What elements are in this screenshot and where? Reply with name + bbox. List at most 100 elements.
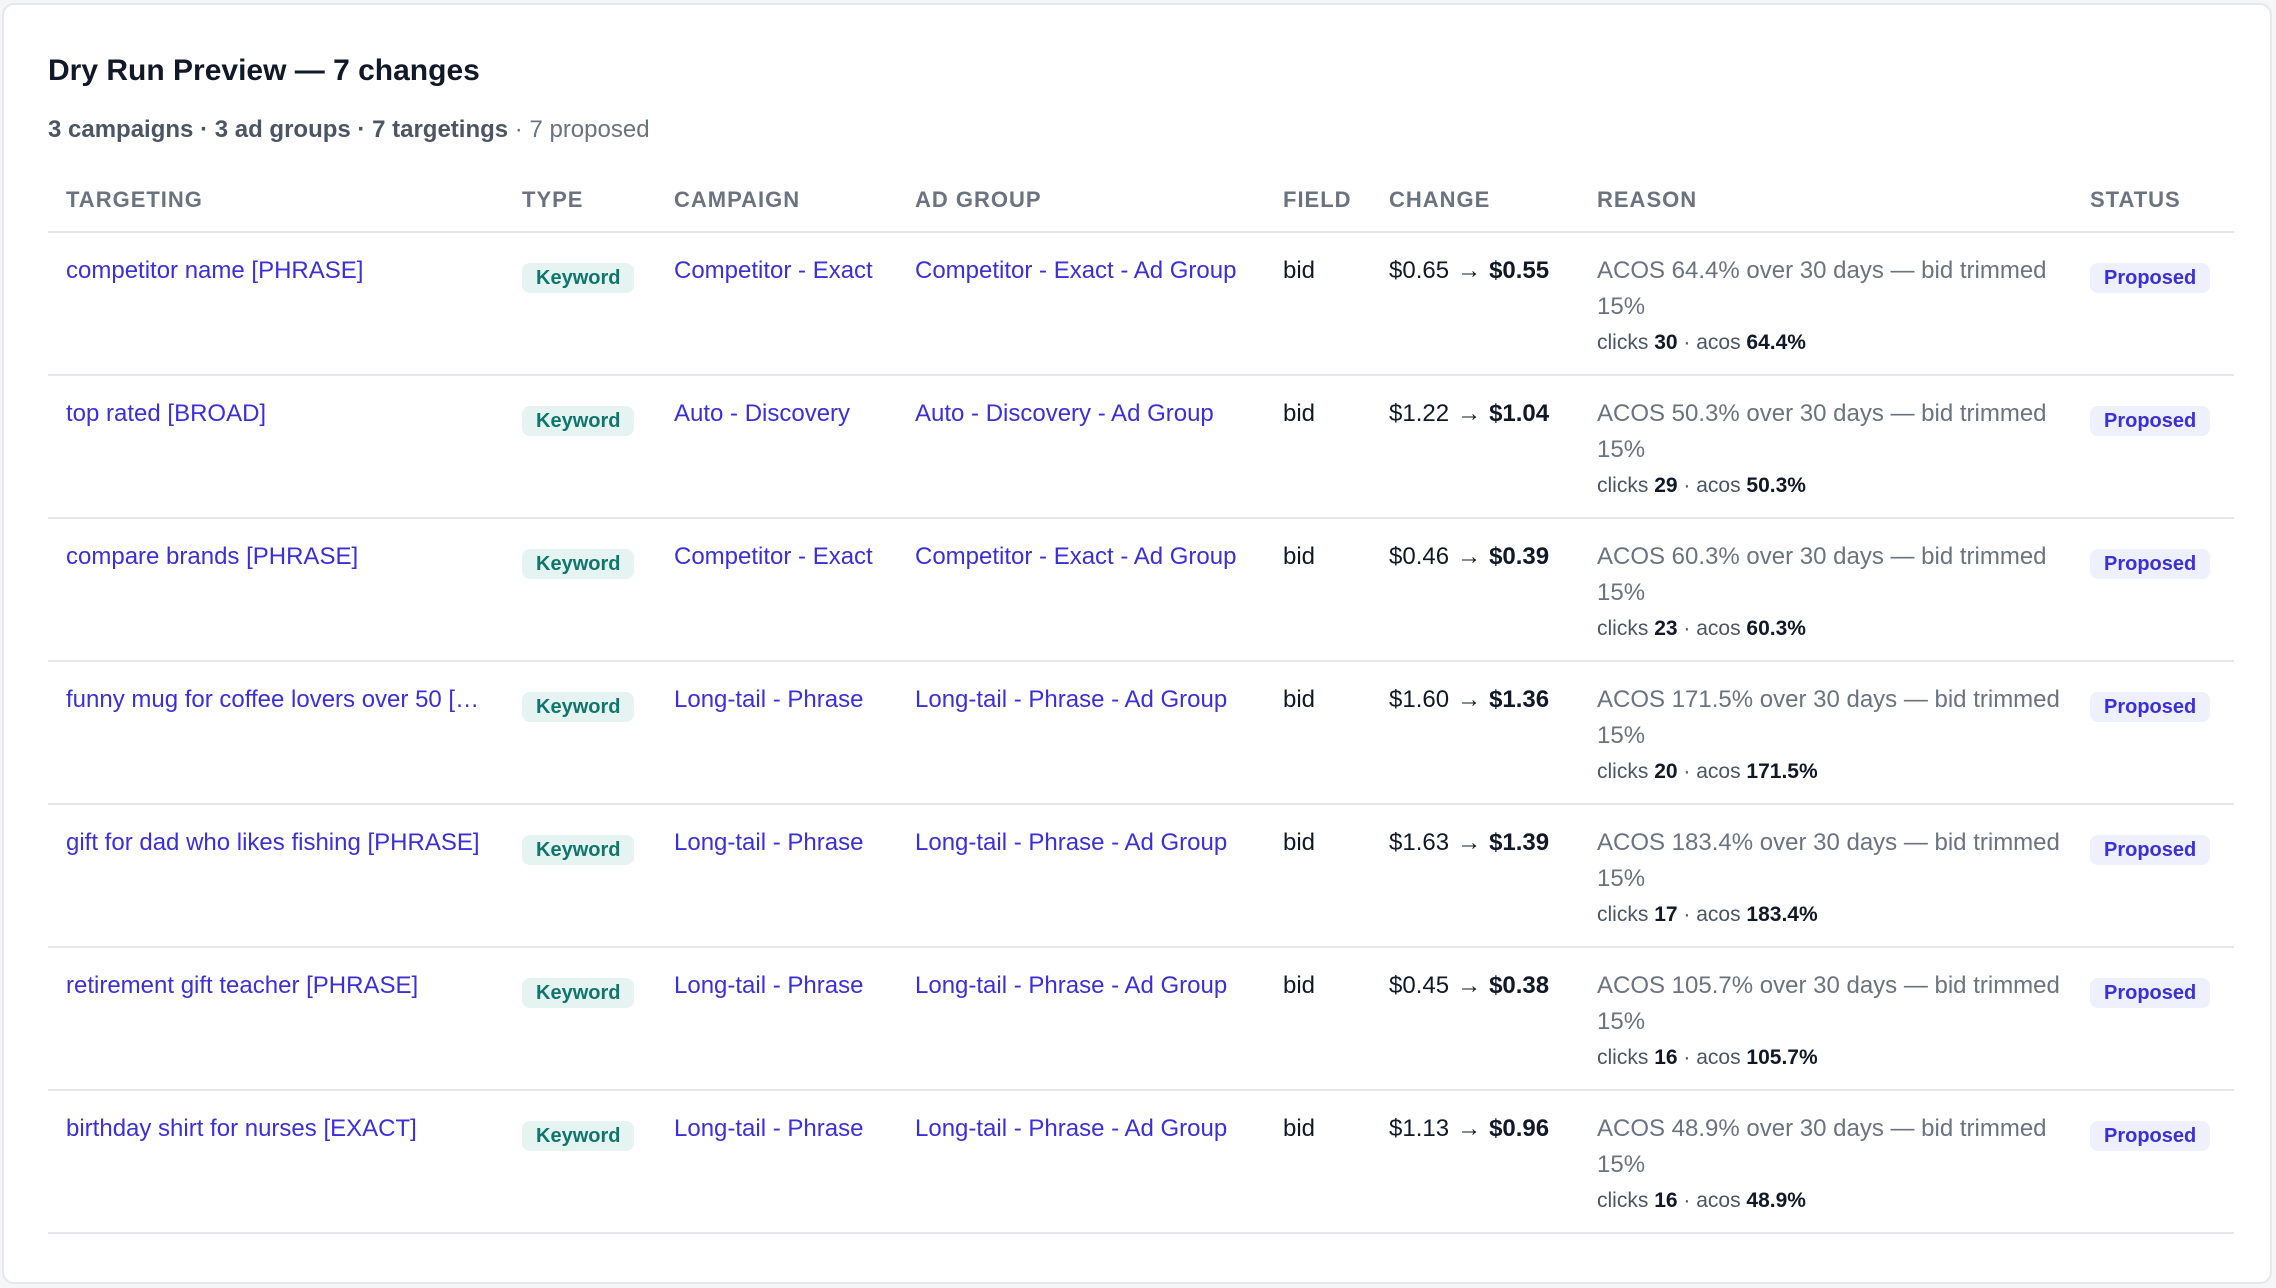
targeting-link[interactable]: top rated [BROAD] bbox=[66, 396, 490, 432]
field-value: bid bbox=[1283, 1115, 1316, 1142]
metrics-separator: · bbox=[1677, 903, 1697, 926]
summary-separator: · bbox=[508, 116, 530, 143]
change-cell: $0.46 → $0.39 bbox=[1389, 539, 1549, 575]
summary-ad-groups: 3 ad groups bbox=[214, 116, 351, 143]
reason-metrics: clicks 16 · acos 105.7% bbox=[1597, 1042, 2073, 1074]
targeting-link[interactable]: birthday shirt for nurses [EXACT] bbox=[66, 1111, 490, 1147]
column-header-status[interactable]: STATUS bbox=[2090, 187, 2181, 213]
reason-text: ACOS 171.5% over 30 days — bid trimmed 1… bbox=[1597, 686, 2060, 749]
column-header-reason[interactable]: REASON bbox=[1597, 187, 1697, 213]
keyword-badge: Keyword bbox=[522, 835, 635, 865]
ad-group-link[interactable]: Long-tail - Phrase - Ad Group bbox=[915, 682, 1227, 718]
status-cell: Proposed bbox=[2090, 545, 2211, 581]
change-cell: $1.63 → $1.39 bbox=[1389, 825, 1549, 861]
status-cell: Proposed bbox=[2090, 259, 2211, 295]
table-row: retirement gift teacher [PHRASE] Keyword… bbox=[48, 948, 2234, 1091]
metrics-separator: · bbox=[1677, 1189, 1697, 1212]
targeting-link[interactable]: compare brands [PHRASE] bbox=[66, 539, 490, 575]
column-header-ad-group[interactable]: AD GROUP bbox=[915, 187, 1042, 213]
old-value: $1.22 bbox=[1389, 400, 1450, 427]
field-value: bid bbox=[1283, 400, 1316, 427]
clicks-label: clicks bbox=[1597, 760, 1649, 783]
targeting-link[interactable]: funny mug for coffee lovers over 50 [PHR… bbox=[66, 682, 490, 718]
field-value: bid bbox=[1283, 257, 1316, 284]
acos-label: acos bbox=[1696, 474, 1741, 497]
new-value: $0.38 bbox=[1489, 972, 1550, 999]
reason-cell: ACOS 50.3% over 30 days — bid trimmed 15… bbox=[1597, 396, 2073, 502]
new-value: $1.36 bbox=[1489, 686, 1550, 713]
status-cell: Proposed bbox=[2090, 688, 2211, 724]
campaign-link[interactable]: Long-tail - Phrase bbox=[674, 682, 863, 718]
reason-metrics: clicks 29 · acos 50.3% bbox=[1597, 470, 2073, 502]
table-row: competitor name [PHRASE] Keyword Competi… bbox=[48, 233, 2234, 376]
column-header-change[interactable]: CHANGE bbox=[1389, 187, 1490, 213]
keyword-badge: Keyword bbox=[522, 978, 635, 1008]
campaign-link[interactable]: Auto - Discovery bbox=[674, 396, 850, 432]
targeting-link[interactable]: gift for dad who likes fishing [PHRASE] bbox=[66, 825, 490, 861]
ad-group-link[interactable]: Competitor - Exact - Ad Group bbox=[915, 253, 1236, 289]
acos-label: acos bbox=[1696, 1189, 1741, 1212]
acos-value: 183.4% bbox=[1746, 903, 1818, 926]
type-cell: Keyword bbox=[522, 1117, 635, 1153]
acos-value: 171.5% bbox=[1746, 760, 1818, 783]
ad-group-link[interactable]: Long-tail - Phrase - Ad Group bbox=[915, 825, 1227, 861]
clicks-value: 23 bbox=[1654, 617, 1678, 640]
campaign-link[interactable]: Competitor - Exact bbox=[674, 539, 873, 575]
clicks-value: 20 bbox=[1654, 760, 1678, 783]
acos-value: 50.3% bbox=[1746, 474, 1806, 497]
reason-metrics: clicks 23 · acos 60.3% bbox=[1597, 613, 2073, 645]
page-title: Dry Run Preview — 7 changes bbox=[48, 54, 480, 87]
status-badge: Proposed bbox=[2090, 263, 2211, 293]
status-cell: Proposed bbox=[2090, 402, 2211, 438]
old-value: $0.45 bbox=[1389, 972, 1450, 999]
acos-value: 60.3% bbox=[1746, 617, 1806, 640]
change-cell: $1.60 → $1.36 bbox=[1389, 682, 1549, 718]
clicks-value: 16 bbox=[1654, 1046, 1678, 1069]
field-value: bid bbox=[1283, 972, 1316, 999]
metrics-separator: · bbox=[1677, 617, 1697, 640]
table-row: birthday shirt for nurses [EXACT] Keywor… bbox=[48, 1091, 2234, 1234]
column-header-campaign[interactable]: CAMPAIGN bbox=[674, 187, 800, 213]
metrics-separator: · bbox=[1677, 331, 1697, 354]
new-value: $0.55 bbox=[1489, 257, 1550, 284]
column-header-targeting[interactable]: TARGETING bbox=[66, 187, 203, 213]
summary-proposed: 7 proposed bbox=[529, 116, 650, 143]
campaign-link[interactable]: Long-tail - Phrase bbox=[674, 1111, 863, 1147]
acos-label: acos bbox=[1696, 617, 1741, 640]
old-value: $1.60 bbox=[1389, 686, 1450, 713]
acos-value: 105.7% bbox=[1746, 1046, 1818, 1069]
column-header-type[interactable]: TYPE bbox=[522, 187, 583, 213]
summary-targetings: 7 targetings bbox=[372, 116, 509, 143]
reason-cell: ACOS 48.9% over 30 days — bid trimmed 15… bbox=[1597, 1111, 2073, 1217]
type-cell: Keyword bbox=[522, 688, 635, 724]
keyword-badge: Keyword bbox=[522, 692, 635, 722]
summary-separator: · bbox=[350, 116, 373, 143]
clicks-value: 30 bbox=[1654, 331, 1678, 354]
targeting-link[interactable]: retirement gift teacher [PHRASE] bbox=[66, 968, 490, 1004]
status-badge: Proposed bbox=[2090, 549, 2211, 579]
campaign-link[interactable]: Long-tail - Phrase bbox=[674, 968, 863, 1004]
ad-group-link[interactable]: Competitor - Exact - Ad Group bbox=[915, 539, 1236, 575]
reason-metrics: clicks 20 · acos 171.5% bbox=[1597, 756, 2073, 788]
campaign-link[interactable]: Long-tail - Phrase bbox=[674, 825, 863, 861]
ad-group-link[interactable]: Long-tail - Phrase - Ad Group bbox=[915, 968, 1227, 1004]
acos-label: acos bbox=[1696, 903, 1741, 926]
campaign-link[interactable]: Competitor - Exact bbox=[674, 253, 873, 289]
reason-cell: ACOS 64.4% over 30 days — bid trimmed 15… bbox=[1597, 253, 2073, 359]
old-value: $1.63 bbox=[1389, 829, 1450, 856]
status-badge: Proposed bbox=[2090, 1121, 2211, 1151]
clicks-label: clicks bbox=[1597, 1046, 1649, 1069]
ad-group-link[interactable]: Long-tail - Phrase - Ad Group bbox=[915, 1111, 1227, 1147]
column-header-field[interactable]: FIELD bbox=[1283, 187, 1352, 213]
clicks-value: 17 bbox=[1654, 903, 1678, 926]
acos-label: acos bbox=[1696, 1046, 1741, 1069]
arrow-right-icon: → bbox=[1457, 972, 1482, 999]
reason-metrics: clicks 17 · acos 183.4% bbox=[1597, 899, 2073, 931]
clicks-value: 16 bbox=[1654, 1189, 1678, 1212]
targeting-link[interactable]: competitor name [PHRASE] bbox=[66, 253, 490, 289]
acos-value: 48.9% bbox=[1746, 1189, 1806, 1212]
ad-group-link[interactable]: Auto - Discovery - Ad Group bbox=[915, 396, 1214, 432]
status-badge: Proposed bbox=[2090, 835, 2211, 865]
new-value: $0.39 bbox=[1489, 543, 1550, 570]
reason-text: ACOS 60.3% over 30 days — bid trimmed 15… bbox=[1597, 543, 2047, 606]
